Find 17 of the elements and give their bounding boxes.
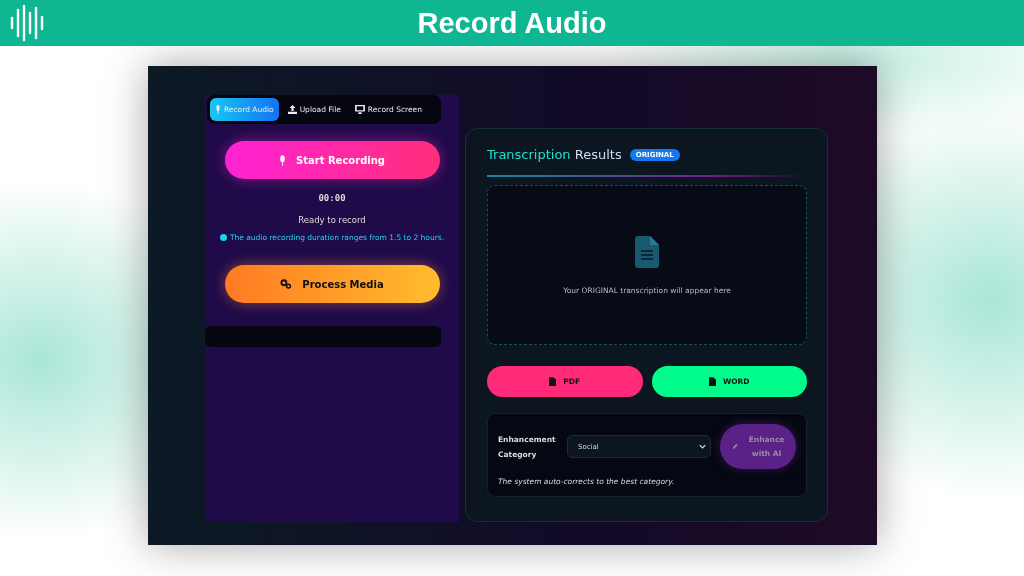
chevron-icon [699,444,706,449]
sound-wave-icon [9,4,45,42]
microphone-icon [215,105,221,114]
results-title: Transcription Results [487,147,622,162]
pencil-icon [732,442,739,451]
file-icon [549,377,557,386]
status-text: Ready to record [298,215,366,225]
document-icon [635,235,659,268]
page-title: Record Audio [417,6,607,40]
process-media-button[interactable]: Process Media [224,265,440,303]
upload-icon [287,105,297,114]
monitor-icon [354,105,365,114]
timer: 00:00 [318,193,346,203]
info-icon [219,234,227,241]
microphone-icon [279,154,286,166]
file-icon [708,377,716,386]
gears-icon [280,279,293,289]
